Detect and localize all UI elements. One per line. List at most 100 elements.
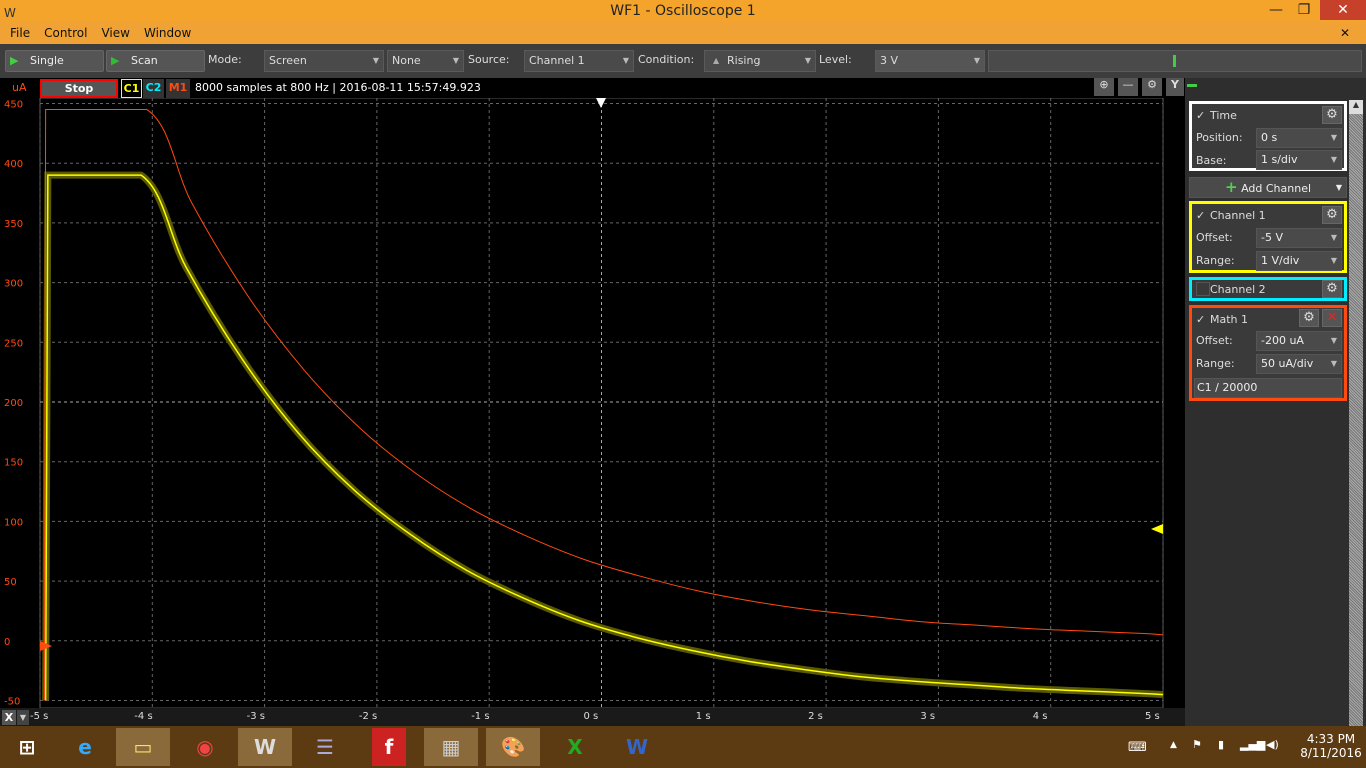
math1-section: ✓ Math 1 ⚙ ✕ Offset: -200 uA Range: 50 u… bbox=[1189, 305, 1347, 401]
single-label: Single bbox=[30, 54, 64, 67]
scan-button[interactable]: ▶ Scan bbox=[106, 50, 205, 72]
collapse-icon[interactable]: — bbox=[1118, 78, 1138, 96]
scroll-up-icon[interactable]: ▲ bbox=[1349, 100, 1363, 114]
base-select[interactable]: 1 s/div bbox=[1256, 150, 1342, 170]
restore-button[interactable]: ❐ bbox=[1290, 0, 1318, 20]
y-tick-label: 150 bbox=[4, 458, 23, 469]
x-tick-label: 5 s bbox=[1145, 711, 1160, 722]
x-tick-label: 1 s bbox=[695, 711, 711, 722]
x-axis-button[interactable]: X bbox=[2, 710, 16, 725]
math1-checkbox[interactable]: ✓ bbox=[1196, 313, 1210, 327]
rising-edge-icon: ▲ bbox=[713, 56, 720, 65]
y-tick-label: 0 bbox=[4, 637, 10, 648]
word-icon[interactable]: W bbox=[610, 728, 664, 766]
flag-icon[interactable]: ⚑ bbox=[1192, 738, 1202, 751]
channel1-gear-icon[interactable]: ⚙ bbox=[1322, 206, 1342, 224]
flash-icon[interactable]: f bbox=[372, 728, 406, 766]
play-icon: ▶ bbox=[111, 54, 120, 67]
waveforms-icon[interactable]: W bbox=[238, 728, 292, 766]
stop-button[interactable]: Stop bbox=[40, 79, 118, 98]
excel-icon[interactable]: X bbox=[548, 728, 602, 766]
plus-icon: + bbox=[1224, 178, 1238, 196]
channel2-checkbox[interactable] bbox=[1196, 282, 1210, 296]
position-select[interactable]: 0 s bbox=[1256, 128, 1342, 148]
title-bar: W WF1 - Oscilloscope 1 — ❐ ✕ bbox=[0, 0, 1366, 22]
single-button[interactable]: ▶ Single bbox=[5, 50, 104, 72]
minimize-button[interactable]: — bbox=[1262, 0, 1290, 20]
zoom-icon[interactable]: ⊕ bbox=[1094, 78, 1114, 96]
menu-file[interactable]: File bbox=[10, 26, 30, 40]
panel-scrollbar[interactable]: ▲ bbox=[1349, 100, 1363, 726]
source-select[interactable]: Channel 1 bbox=[524, 50, 634, 72]
x-tick-label: 2 s bbox=[808, 711, 823, 722]
range-label: Range: bbox=[1196, 357, 1235, 370]
clock-time: 4:33 PM bbox=[1306, 732, 1356, 746]
plot-header: uA Stop C1 C2 M1 8000 samples at 800 Hz … bbox=[0, 78, 1185, 98]
time-checkbox[interactable]: ✓ bbox=[1196, 109, 1210, 123]
y-tick-label: 450 bbox=[4, 100, 23, 111]
file-explorer-icon[interactable]: ▭ bbox=[116, 728, 170, 766]
add-channel-button[interactable]: + Add Channel ▼ bbox=[1189, 177, 1347, 198]
math1-range-select[interactable]: 50 uA/div bbox=[1256, 354, 1342, 374]
x-tick-label: -5 s bbox=[30, 711, 49, 722]
oscilloscope-chart[interactable]: 450 400 350 300 250 200 150 100 50 0 -50 bbox=[0, 97, 1185, 709]
mode-select[interactable]: Screen bbox=[264, 50, 384, 72]
y-tick-label: 250 bbox=[4, 338, 23, 349]
add-channel-label: Add Channel bbox=[1241, 182, 1312, 195]
calculator-icon[interactable]: ▦ bbox=[424, 728, 478, 766]
level-input[interactable]: 3 V bbox=[875, 50, 985, 72]
app-logo-icon: W bbox=[4, 6, 16, 20]
menu-control[interactable]: Control bbox=[44, 26, 87, 40]
y-tick-label: 50 bbox=[4, 577, 17, 588]
keyboard-icon[interactable]: ⌨ bbox=[1128, 740, 1147, 755]
channel1-toggle[interactable]: C1 bbox=[121, 79, 142, 98]
internet-explorer-icon[interactable]: e bbox=[58, 728, 112, 766]
y-tick-label: 200 bbox=[4, 398, 23, 409]
settings-gear-icon[interactable]: ⚙ bbox=[1142, 78, 1162, 96]
channel1-checkbox[interactable]: ✓ bbox=[1196, 209, 1210, 223]
channel1-range-select[interactable]: 1 V/div bbox=[1256, 251, 1342, 271]
math1-offset-select[interactable]: -200 uA bbox=[1256, 331, 1342, 351]
mode-filter-select[interactable]: None bbox=[387, 50, 464, 72]
plot-area[interactable]: 450 400 350 300 250 200 150 100 50 0 -50 bbox=[0, 97, 1185, 709]
app-icon[interactable]: ☰ bbox=[298, 728, 352, 766]
volume-icon[interactable]: ◀) bbox=[1266, 738, 1279, 751]
condition-select[interactable]: ▲ Rising bbox=[704, 50, 816, 72]
clock[interactable]: 4:33 PM 8/11/2016 bbox=[1296, 732, 1366, 760]
math1-expression-input[interactable]: C1 / 20000 bbox=[1194, 378, 1342, 398]
time-gear-icon[interactable]: ⚙ bbox=[1322, 106, 1342, 124]
start-windows-icon[interactable]: ⊞ bbox=[0, 728, 54, 766]
x-tick-label: -4 s bbox=[134, 711, 153, 722]
channel2-toggle[interactable]: C2 bbox=[143, 79, 164, 98]
scan-label: Scan bbox=[131, 54, 158, 67]
channel2-gear-icon[interactable]: ⚙ bbox=[1322, 280, 1342, 298]
math1-toggle[interactable]: M1 bbox=[166, 79, 190, 98]
math1-remove-icon[interactable]: ✕ bbox=[1322, 309, 1342, 327]
x-tick-label: -3 s bbox=[246, 711, 265, 722]
level-slider-handle[interactable] bbox=[1173, 55, 1176, 67]
right-panel: ▲ ✓ Time ⚙ Position: 0 s Base: 1 s/div +… bbox=[1185, 78, 1366, 726]
close-button[interactable]: ✕ bbox=[1320, 0, 1366, 20]
menu-view[interactable]: View bbox=[101, 26, 129, 40]
chevron-down-icon[interactable]: ▼ bbox=[1336, 178, 1342, 197]
chrome-icon[interactable]: ◉ bbox=[178, 728, 232, 766]
menu-window[interactable]: Window bbox=[144, 26, 191, 40]
y-unit-label: uA bbox=[12, 81, 27, 94]
time-section: ✓ Time ⚙ Position: 0 s Base: 1 s/div bbox=[1189, 101, 1347, 171]
network-icon[interactable]: ▂▄▆ bbox=[1240, 738, 1265, 751]
close-document-button[interactable]: ✕ bbox=[1340, 22, 1350, 44]
level-slider[interactable] bbox=[988, 50, 1362, 72]
condition-label: Condition: bbox=[638, 53, 695, 66]
channel1-offset-select[interactable]: -5 V bbox=[1256, 228, 1342, 248]
c1-trace-envelope bbox=[42, 171, 1164, 701]
battery-icon[interactable]: ▮ bbox=[1218, 738, 1224, 751]
paint-icon[interactable]: 🎨 bbox=[486, 728, 540, 766]
level-label: Level: bbox=[819, 53, 852, 66]
y-axis-button[interactable]: Y bbox=[1166, 78, 1184, 96]
x-axis-dropdown-icon[interactable]: ▼ bbox=[17, 710, 29, 725]
show-hidden-icons[interactable]: ▲ bbox=[1170, 740, 1177, 750]
window-title: WF1 - Oscilloscope 1 bbox=[610, 3, 756, 19]
panel-collapse-icon[interactable] bbox=[1187, 84, 1197, 87]
source-label: Source: bbox=[468, 53, 510, 66]
math1-gear-icon[interactable]: ⚙ bbox=[1299, 309, 1319, 327]
